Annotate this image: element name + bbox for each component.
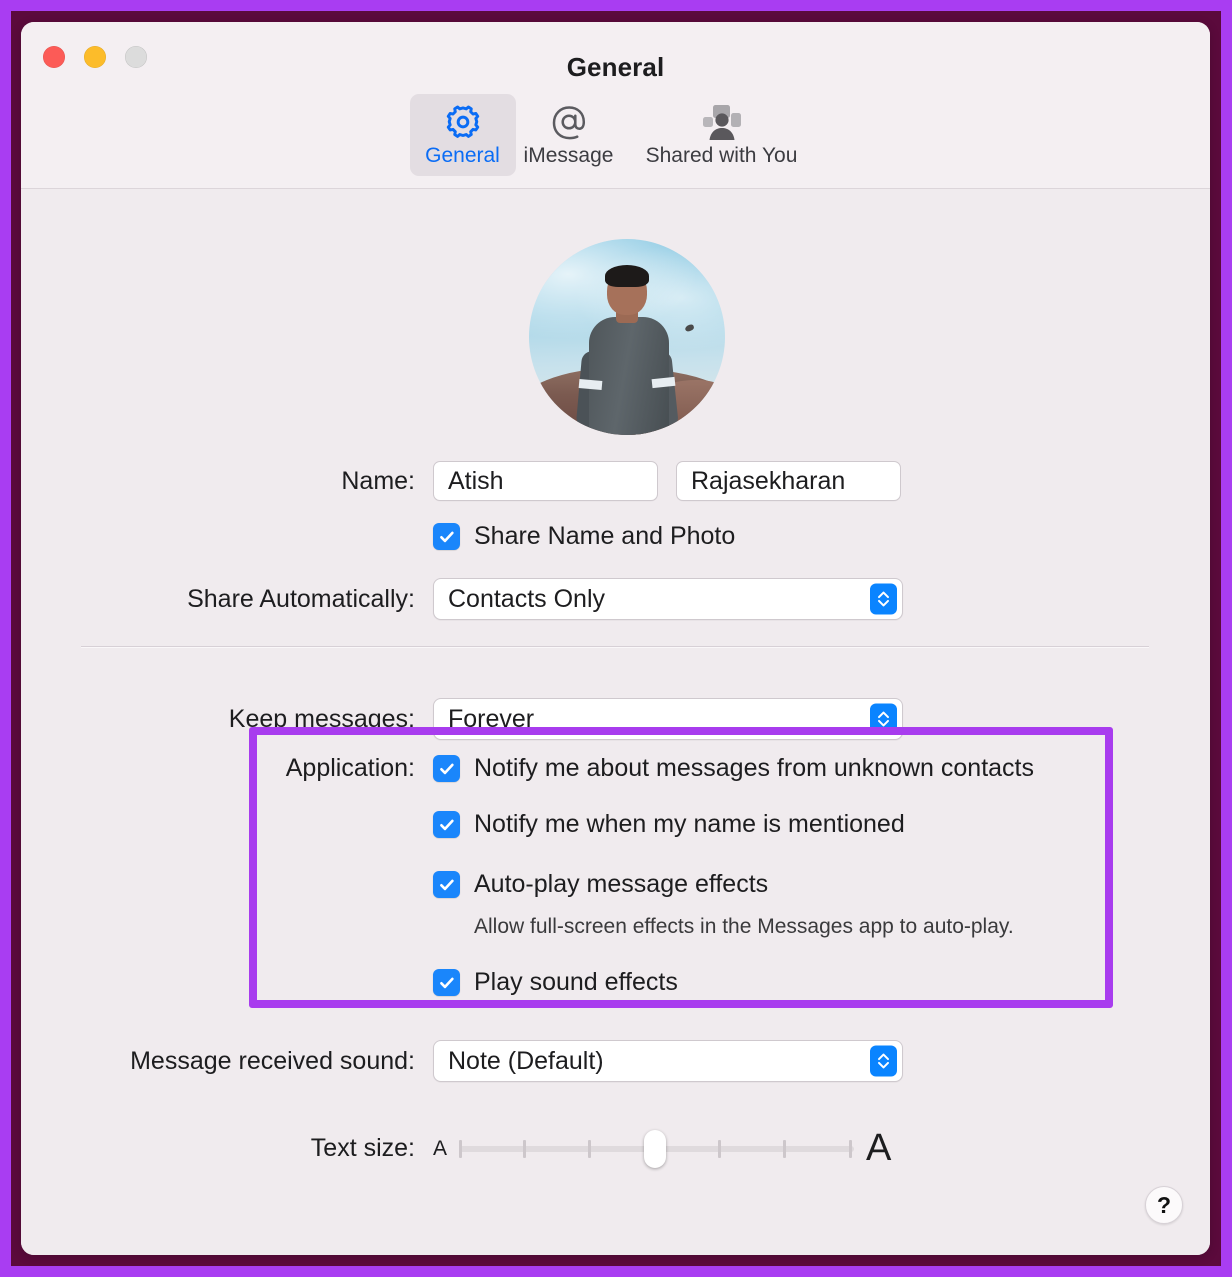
share-name-photo-checkbox[interactable] bbox=[433, 523, 460, 550]
first-name-field[interactable]: Atish bbox=[433, 461, 658, 501]
last-name-field[interactable]: Rajasekharan bbox=[676, 461, 901, 501]
gear-icon bbox=[410, 102, 516, 142]
notify-name-mentioned-label: Notify me when my name is mentioned bbox=[474, 810, 905, 838]
slider-tick bbox=[783, 1139, 787, 1158]
play-sound-effects-row[interactable]: Play sound effects bbox=[433, 968, 678, 997]
keep-messages-dropdown[interactable]: Forever bbox=[433, 698, 903, 740]
autoplay-effects-label: Auto-play message effects bbox=[474, 870, 769, 898]
play-sound-effects-label: Play sound effects bbox=[474, 968, 678, 996]
tab-imessage-label: iMessage bbox=[523, 144, 614, 167]
window-titlebar: General General iMessage Shared with You bbox=[21, 22, 1210, 189]
notify-name-mentioned-row[interactable]: Notify me when my name is mentioned bbox=[433, 810, 905, 839]
backdrop-bottom-strip bbox=[11, 1266, 1221, 1277]
notify-unknown-contacts-label: Notify me about messages from unknown co… bbox=[474, 754, 1034, 782]
received-sound-value: Note (Default) bbox=[448, 1046, 604, 1075]
tab-shared-with-you-label: Shared with You bbox=[645, 144, 798, 167]
keep-messages-value: Forever bbox=[448, 704, 535, 733]
slider-tick bbox=[718, 1139, 722, 1158]
text-size-max-glyph: A bbox=[866, 1127, 892, 1169]
slider-tick bbox=[459, 1139, 463, 1158]
notify-name-mentioned-checkbox[interactable] bbox=[433, 811, 460, 838]
share-automatically-label: Share Automatically: bbox=[187, 584, 415, 613]
messages-settings-window: General General iMessage Shared with You… bbox=[21, 22, 1210, 1255]
application-row-1: Application: Notify me about messages fr… bbox=[21, 754, 1210, 783]
received-sound-row: Message received sound: Note (Default) bbox=[21, 1040, 1210, 1082]
share-name-photo-checkbox-row[interactable]: Share Name and Photo bbox=[433, 522, 735, 551]
text-size-min-glyph: A bbox=[433, 1136, 448, 1160]
settings-content: Name: Atish Rajasekharan Share Name and … bbox=[21, 189, 1210, 1255]
window-title: General bbox=[566, 52, 665, 82]
share-name-photo-label: Share Name and Photo bbox=[474, 522, 736, 550]
autoplay-effects-row[interactable]: Auto-play message effects bbox=[433, 870, 768, 899]
share-automatically-dropdown[interactable]: Contacts Only bbox=[433, 578, 903, 620]
notify-unknown-contacts-row[interactable]: Notify me about messages from unknown co… bbox=[433, 754, 1034, 783]
slider-tick bbox=[588, 1139, 592, 1158]
text-size-slider[interactable] bbox=[459, 1129, 855, 1168]
avatar[interactable] bbox=[529, 239, 725, 435]
settings-toolbar: General iMessage Shared with You bbox=[21, 94, 1210, 176]
name-label: Name: bbox=[341, 466, 415, 495]
text-size-row: Text size: A A bbox=[21, 1127, 1210, 1170]
shared-with-you-icon bbox=[622, 102, 822, 142]
application-label: Application: bbox=[285, 754, 415, 782]
autoplay-effects-checkbox[interactable] bbox=[433, 871, 460, 898]
section-separator bbox=[81, 646, 1149, 647]
slider-tick bbox=[523, 1139, 527, 1158]
chevron-updown-icon[interactable] bbox=[870, 1045, 897, 1077]
play-sound-effects-checkbox[interactable] bbox=[433, 969, 460, 996]
screen-backdrop: General General iMessage Shared with You… bbox=[0, 0, 1232, 1277]
help-button[interactable]: ? bbox=[1145, 1186, 1183, 1224]
tab-general[interactable]: General bbox=[409, 94, 516, 176]
received-sound-dropdown[interactable]: Note (Default) bbox=[433, 1040, 903, 1082]
autoplay-effects-note-row: Allow full-screen effects in the Message… bbox=[474, 915, 1014, 939]
received-sound-label: Message received sound: bbox=[130, 1046, 415, 1075]
share-name-photo-row: Share Name and Photo bbox=[21, 522, 1210, 551]
autoplay-effects-note: Allow full-screen effects in the Message… bbox=[474, 915, 1014, 938]
keep-messages-label: Keep messages: bbox=[228, 704, 415, 733]
keep-messages-row: Keep messages: Forever bbox=[21, 698, 1210, 740]
notify-unknown-contacts-checkbox[interactable] bbox=[433, 755, 460, 782]
slider-tick bbox=[849, 1139, 853, 1158]
chevron-updown-icon[interactable] bbox=[870, 583, 897, 615]
avatar-sleeve-stripe-left bbox=[578, 379, 603, 390]
text-size-slider-thumb[interactable] bbox=[644, 1129, 667, 1168]
at-sign-icon bbox=[516, 102, 622, 142]
share-automatically-value: Contacts Only bbox=[448, 584, 606, 613]
avatar-hair bbox=[605, 265, 649, 287]
share-automatically-row: Share Automatically: Contacts Only bbox=[21, 578, 1210, 620]
avatar-body bbox=[589, 317, 669, 435]
name-row: Name: Atish Rajasekharan bbox=[21, 461, 1210, 501]
chevron-updown-icon[interactable] bbox=[870, 703, 897, 735]
tab-general-label: General bbox=[425, 144, 500, 167]
text-size-label: Text size: bbox=[310, 1134, 415, 1162]
tab-imessage[interactable]: iMessage bbox=[516, 94, 622, 176]
tab-shared-with-you[interactable]: Shared with You bbox=[622, 94, 822, 176]
